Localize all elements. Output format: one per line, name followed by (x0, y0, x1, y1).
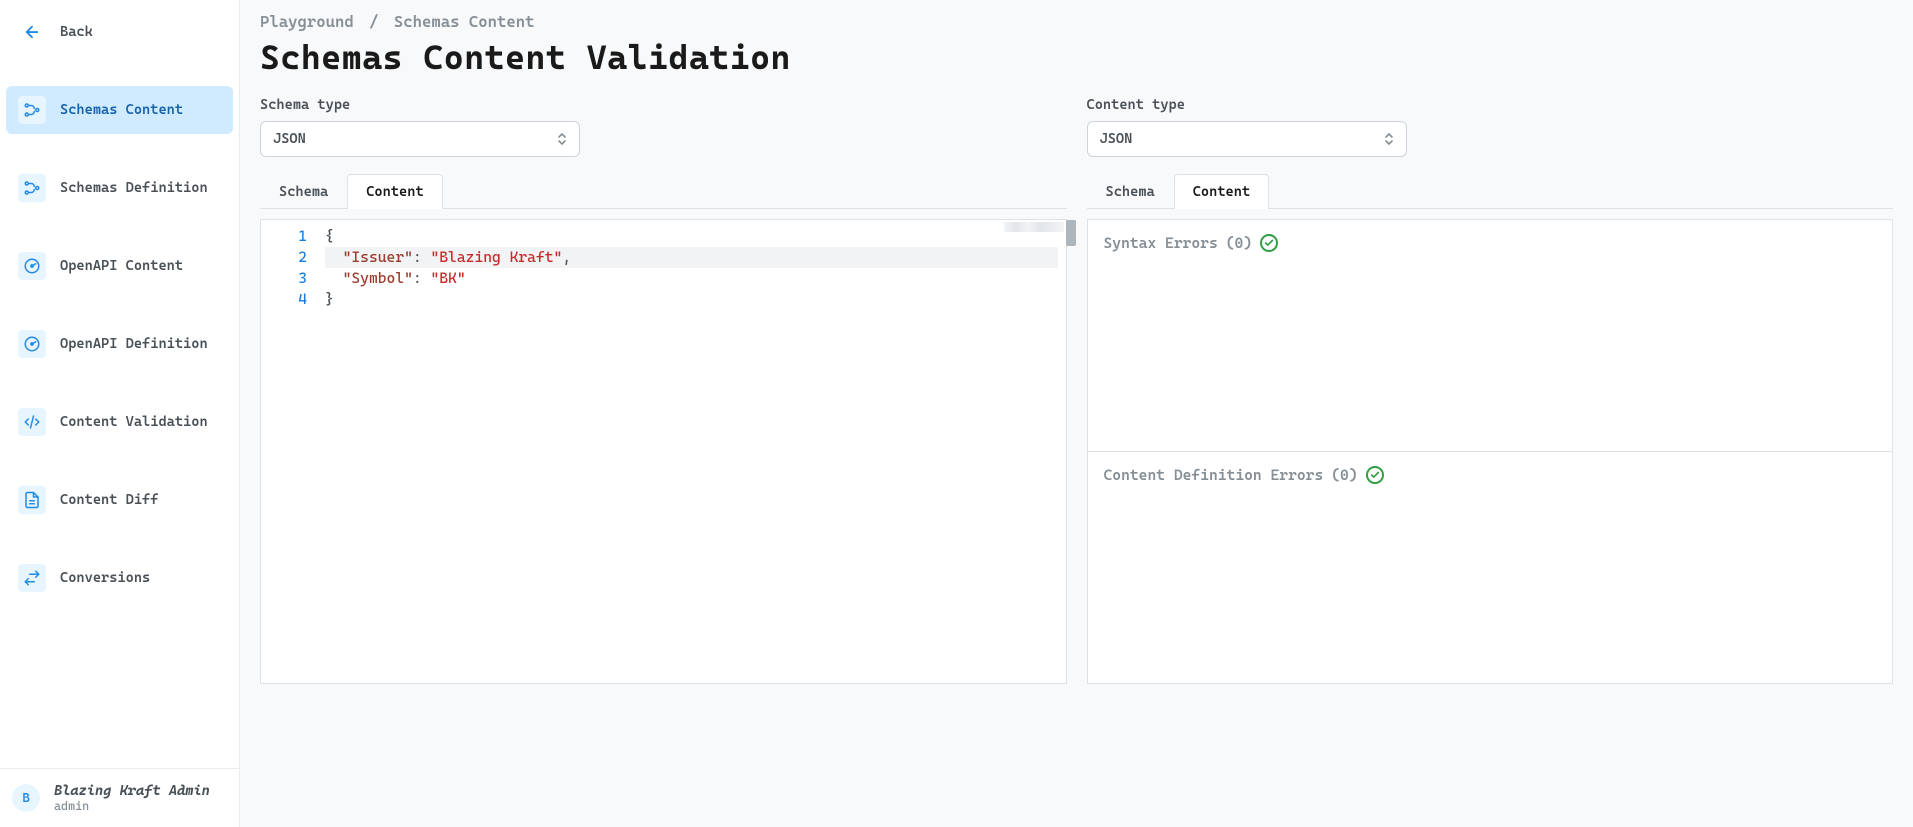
user-footer[interactable]: B Blazing Kraft Admin admin (0, 768, 239, 827)
editor-code[interactable]: { "Issuer": "Blazing Kraft", "Symbol": "… (317, 220, 1066, 683)
sidebar-item-content-validation[interactable]: Content Validation (6, 398, 233, 446)
sidebar-item-schemas-content[interactable]: Schemas Content (6, 86, 233, 134)
sidebar-item-openapi-content[interactable]: OpenAPI Content (6, 242, 233, 290)
sidebar-item-label: Schemas Content (60, 102, 183, 118)
breadcrumb: Playground / Schemas Content (260, 12, 1893, 31)
avatar: B (12, 784, 40, 812)
syntax-errors-label: Syntax Errors (1104, 234, 1218, 252)
dashboard-icon (18, 252, 46, 280)
schema-type-value: JSON (273, 131, 306, 147)
sidebar-item-label: Schemas Definition (60, 180, 208, 196)
code-line[interactable]: "Symbol": "BK" (325, 268, 1058, 289)
chevron-updown-icon (557, 132, 567, 146)
breadcrumb-current: Schemas Content (394, 12, 535, 31)
left-tabs: Schema Content (260, 173, 1067, 209)
back-label: Back (60, 24, 93, 40)
line-number: 4 (267, 289, 307, 310)
main-content: Playground / Schemas Content Schemas Con… (240, 0, 1913, 827)
sidebar-item-label: OpenAPI Definition (60, 336, 208, 352)
user-role: admin (54, 799, 210, 813)
check-circle-icon (1260, 234, 1278, 252)
sidebar-item-label: Content Diff (60, 492, 158, 508)
tab-content-right[interactable]: Content (1174, 174, 1269, 209)
schema-type-select[interactable]: JSON (260, 121, 580, 157)
back-button[interactable]: Back (6, 8, 233, 56)
definition-errors-count: (0) (1331, 466, 1357, 484)
document-icon (18, 486, 46, 514)
sidebar-item-openapi-definition[interactable]: OpenAPI Definition (6, 320, 233, 368)
content-type-select[interactable]: JSON (1087, 121, 1407, 157)
code-editor[interactable]: 1234 { "Issuer": "Blazing Kraft", "Symbo… (260, 219, 1067, 684)
sidebar-item-content-diff[interactable]: Content Diff (6, 476, 233, 524)
code-line[interactable]: { (325, 226, 1058, 247)
content-type-label: Content type (1087, 97, 1894, 113)
sidebar-item-conversions[interactable]: Conversions (6, 554, 233, 602)
user-name: Blazing Kraft Admin (54, 783, 210, 799)
definition-errors-label: Content Definition Errors (1104, 466, 1324, 484)
tab-content-left[interactable]: Content (347, 174, 442, 209)
syntax-errors-section: Syntax Errors (0) (1088, 220, 1893, 452)
line-number: 3 (267, 268, 307, 289)
sidebar-item-label: Content Validation (60, 414, 208, 430)
tab-schema-right[interactable]: Schema (1087, 174, 1174, 209)
page-title: Schemas Content Validation (260, 37, 1893, 77)
sidebar-item-label: OpenAPI Content (60, 258, 183, 274)
tab-schema-left[interactable]: Schema (260, 174, 347, 209)
sidebar-item-label: Conversions (60, 570, 150, 586)
code-line[interactable]: "Issuer": "Blazing Kraft", (325, 247, 1058, 268)
chevron-updown-icon (1384, 132, 1394, 146)
tree-icon (18, 96, 46, 124)
editor-gutter: 1234 (261, 220, 317, 683)
schema-type-label: Schema type (260, 97, 1067, 113)
check-circle-icon (1366, 466, 1384, 484)
breadcrumb-sep: / (369, 12, 378, 31)
sidebar-item-schemas-definition[interactable]: Schemas Definition (6, 164, 233, 212)
dashboard-icon (18, 330, 46, 358)
left-panel: Schema type JSON Schema Content 1234 { "… (260, 97, 1067, 684)
right-panel: Content type JSON Schema Content Syntax … (1087, 97, 1894, 684)
code-line[interactable]: } (325, 289, 1058, 310)
line-number: 2 (267, 247, 307, 268)
breadcrumb-root[interactable]: Playground (260, 12, 354, 31)
editor-scrollbar[interactable] (1066, 220, 1076, 246)
swap-icon (18, 564, 46, 592)
syntax-errors-count: (0) (1226, 234, 1252, 252)
tree-icon (18, 174, 46, 202)
line-number: 1 (267, 226, 307, 247)
right-tabs: Schema Content (1087, 173, 1894, 209)
results-pane: Syntax Errors (0) Content Definition Err… (1087, 219, 1894, 684)
code-icon (18, 408, 46, 436)
definition-errors-section: Content Definition Errors (0) (1088, 452, 1893, 683)
sidebar: Back Schemas Content Schemas Definition Op… (0, 0, 240, 827)
content-type-value: JSON (1100, 131, 1133, 147)
arrow-left-icon (18, 18, 46, 46)
editor-minimap (1004, 222, 1064, 232)
